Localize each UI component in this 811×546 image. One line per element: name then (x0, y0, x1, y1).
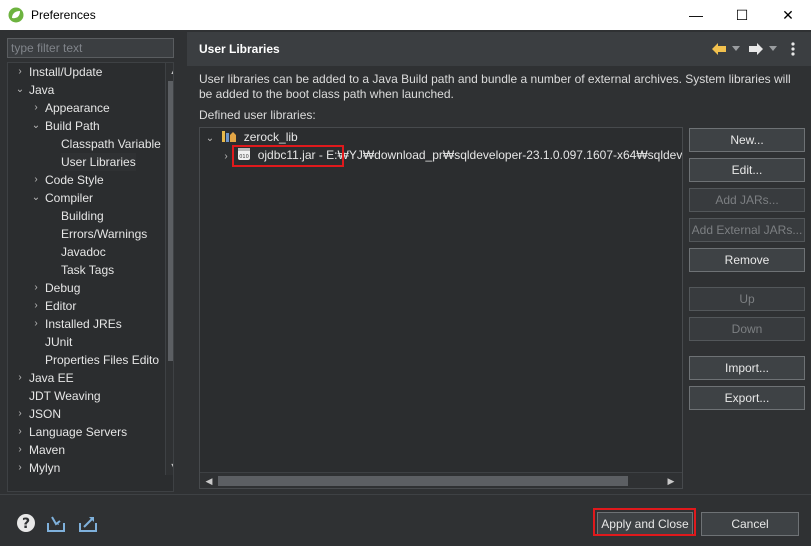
tree-item-building[interactable]: Building (61, 207, 104, 225)
forward-arrow-icon[interactable] (748, 42, 764, 56)
import-preferences-icon[interactable] (46, 513, 66, 533)
scrollbar-thumb[interactable] (168, 81, 173, 361)
chevron-right-icon[interactable]: › (14, 423, 26, 441)
maximize-button[interactable]: ☐ (719, 0, 765, 30)
chevron-down-icon[interactable]: ⌄ (14, 81, 26, 99)
help-icon[interactable]: ? (16, 513, 36, 533)
chevron-right-icon[interactable]: › (14, 441, 26, 459)
remove-button[interactable]: Remove (689, 248, 805, 272)
tree-item-junit[interactable]: JUnit (45, 333, 72, 351)
chevron-right-icon[interactable]: › (30, 297, 42, 315)
dialog-footer: ? Apply and Close Cancel (0, 494, 811, 546)
tree-item-java-ee[interactable]: › Java EE (18, 369, 73, 387)
tree-item-compiler[interactable]: ⌄ Compiler (32, 189, 93, 207)
tree-item-installed-jres[interactable]: › Installed JREs (34, 315, 121, 333)
export-button[interactable]: Export... (689, 386, 805, 410)
defined-libraries-label: Defined user libraries: (199, 108, 316, 122)
chevron-right-icon[interactable]: › (14, 459, 26, 477)
view-menu-icon[interactable] (790, 41, 796, 57)
chevron-right-icon[interactable]: › (30, 315, 42, 333)
jar-icon: 010 (238, 148, 251, 160)
tree-item-code-style[interactable]: › Code Style (34, 171, 103, 189)
user-libraries-tree: ⌄ zerock_lib › 010 ojdbc11.jar - E:₩YJ₩d… (199, 127, 683, 489)
user-libraries-page: User libraries can be added to a Java Bu… (187, 66, 811, 494)
window-title: Preferences (31, 8, 96, 22)
minimize-button[interactable]: — (673, 0, 719, 30)
filter-input[interactable] (7, 38, 174, 58)
scroll-up-arrow-icon[interactable]: ▲ (167, 64, 173, 78)
spring-leaf-icon (8, 7, 24, 23)
scroll-right-arrow-icon[interactable]: ▶ (664, 474, 678, 488)
tree-item-javadoc[interactable]: Javadoc (61, 243, 106, 261)
tree-item-java[interactable]: ⌄ Java (16, 81, 55, 99)
tree-item-debug[interactable]: › Debug (34, 279, 80, 297)
up-button[interactable]: Up (689, 287, 805, 311)
chevron-right-icon[interactable]: › (30, 99, 42, 117)
tree-item-language-servers[interactable]: › Language Servers (18, 423, 127, 441)
tree-item-user-libraries[interactable]: User Libraries (61, 153, 136, 171)
tree-item-errors-warnings[interactable]: Errors/Warnings (61, 225, 147, 243)
edit-button[interactable]: Edit... (689, 158, 805, 182)
scroll-left-arrow-icon[interactable]: ◀ (202, 474, 216, 488)
back-arrow-icon[interactable] (711, 42, 727, 56)
forward-menu-chevron-icon[interactable] (769, 46, 777, 52)
tree-item-properties-files-editor[interactable]: Properties Files Edito (45, 351, 159, 369)
apply-and-close-button[interactable]: Apply and Close (597, 512, 693, 536)
library-jar-ojdbc11[interactable]: › 010 ojdbc11.jar - E:₩YJ₩download_pr₩sq… (220, 146, 682, 166)
svg-text:010: 010 (240, 154, 250, 160)
page-header: User Libraries (187, 32, 811, 66)
new-button[interactable]: New... (689, 128, 805, 152)
window-titlebar: Preferences — ☐ ✕ (0, 0, 811, 30)
libraries-horizontal-scrollbar[interactable]: ◀ ▶ (200, 472, 682, 488)
cancel-button[interactable]: Cancel (701, 512, 799, 536)
tree-item-jdt-weaving[interactable]: JDT Weaving (29, 387, 101, 405)
chevron-down-icon[interactable]: ⌄ (30, 189, 42, 207)
chevron-right-icon[interactable]: › (30, 279, 42, 297)
add-jars-button[interactable]: Add JARs... (689, 188, 805, 212)
import-button[interactable]: Import... (689, 356, 805, 380)
tree-item-json[interactable]: › JSON (18, 405, 61, 423)
down-button[interactable]: Down (689, 317, 805, 341)
tree-item-build-path[interactable]: ⌄ Build Path (32, 117, 100, 135)
scrollbar-thumb[interactable] (218, 476, 628, 486)
scroll-down-arrow-icon[interactable]: ▼ (167, 459, 173, 473)
back-menu-chevron-icon[interactable] (732, 46, 740, 52)
page-description: User libraries can be added to a Java Bu… (199, 72, 791, 101)
tree-vertical-scrollbar[interactable]: ▲ ▼ (165, 63, 173, 475)
close-button[interactable]: ✕ (765, 0, 811, 30)
chevron-right-icon[interactable]: › (30, 171, 42, 189)
chevron-right-icon[interactable]: › (220, 148, 232, 166)
tree-item-appearance[interactable]: › Appearance (34, 99, 109, 117)
tree-item-install-update[interactable]: › Install/Update (18, 63, 102, 81)
preferences-tree: › Install/Update ⌄ Java › Appearance ⌄ Build… (7, 62, 174, 492)
export-preferences-icon[interactable] (78, 513, 98, 533)
tree-item-maven[interactable]: › Maven (18, 441, 65, 459)
add-external-jars-button[interactable]: Add External JARs... (689, 218, 805, 242)
svg-text:?: ? (22, 516, 30, 532)
library-icon (222, 131, 237, 142)
preferences-navigation: ›Install/Update ⌄Java ›Appearance ⌄Build… (0, 30, 185, 494)
chevron-right-icon[interactable]: › (14, 405, 26, 423)
tree-item-editor[interactable]: › Editor (34, 297, 76, 315)
chevron-down-icon[interactable]: ⌄ (30, 117, 42, 135)
chevron-right-icon[interactable]: › (14, 63, 26, 81)
tree-item-mylyn[interactable]: › Mylyn (18, 459, 60, 477)
page-title: User Libraries (199, 42, 280, 56)
tree-item-classpath-variables[interactable]: Classpath Variable (61, 135, 161, 153)
library-zerock-lib[interactable]: ⌄ zerock_lib (204, 128, 298, 146)
tree-item-task-tags[interactable]: Task Tags (61, 261, 114, 279)
chevron-right-icon[interactable]: › (14, 369, 26, 387)
chevron-down-icon[interactable]: ⌄ (204, 130, 216, 148)
